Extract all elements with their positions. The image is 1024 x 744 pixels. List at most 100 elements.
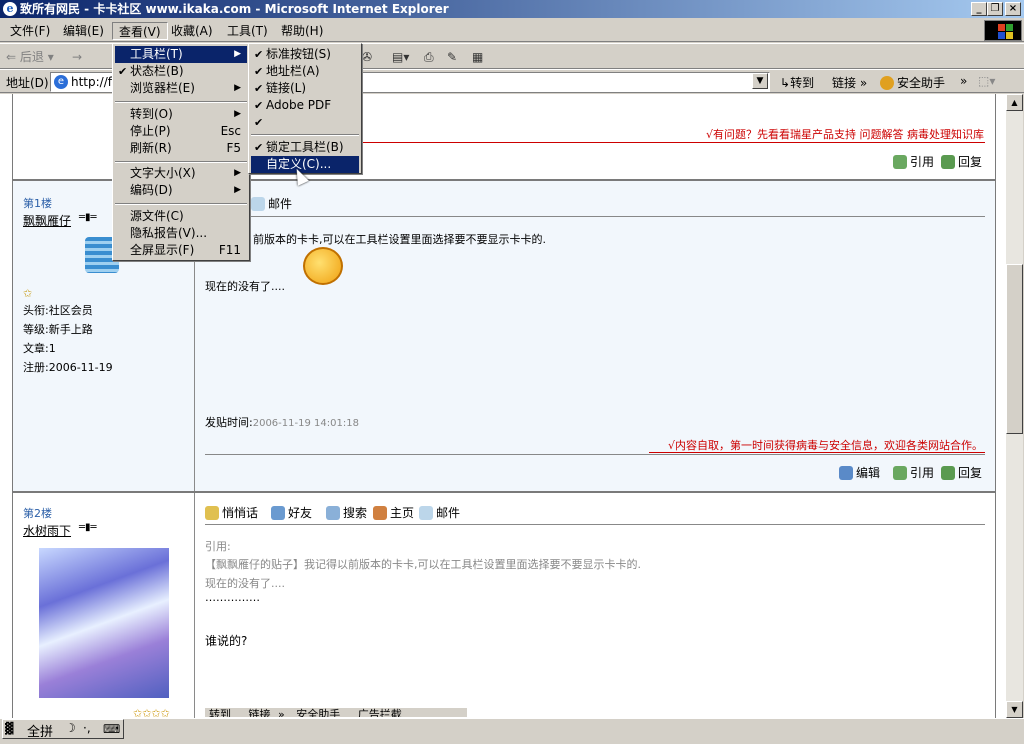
quote-button[interactable]: 引用 (893, 464, 934, 481)
author-name[interactable]: 飘飘雁仔 (23, 212, 71, 229)
view-menu-stop[interactable]: 停止(P) Esc (115, 123, 247, 140)
view-menu-toolbars[interactable]: 工具栏(T) ▶ (115, 46, 247, 63)
edit-button[interactable]: 编辑 (839, 464, 880, 481)
view-menu-goto[interactable]: 转到(O) ▶ (115, 106, 247, 123)
vertical-scrollbar[interactable]: ▲ ▼ (1006, 94, 1023, 718)
floor-label: 第2楼 (23, 507, 52, 520)
toolbar-standard-buttons[interactable]: ✔ 标准按钮(S) (251, 46, 359, 63)
menu-file[interactable]: 文件(F) (4, 22, 56, 40)
reply-label: 回复 (958, 155, 983, 169)
whisper-button[interactable]: 悄悄话 (205, 504, 258, 521)
menu-separator (115, 203, 247, 205)
search-button[interactable]: 搜索 (326, 504, 367, 521)
whisper-label: 悄悄话 (222, 506, 259, 520)
forward-button[interactable]: → (72, 48, 82, 66)
reply-icon (941, 466, 955, 480)
mail-button[interactable]: 邮件 (251, 195, 292, 212)
strip-adblock: 广告拦截 (357, 708, 402, 717)
view-menu-privacy-report[interactable]: 隐私报告(V)... (115, 225, 247, 242)
soft-keyboard-icon[interactable]: ⌨ (103, 722, 120, 736)
whisper-icon (205, 506, 219, 520)
embedded-toolbar-image: 转到 链接 » 安全助手 广告拦截 (205, 707, 467, 717)
post-body-line1: 前版本的卡卡,可以在工具栏设置里面选择要不要显示卡卡的. (253, 233, 546, 246)
scroll-up-button[interactable]: ▲ (1006, 94, 1023, 111)
menu-tools[interactable]: 工具(T) (221, 22, 274, 40)
view-menu-source[interactable]: 源文件(C) (115, 208, 247, 225)
links-label: 链接(L) (266, 81, 307, 95)
fullscreen-label: 全屏显示(F) (130, 243, 195, 257)
punctuation-icon[interactable]: ·, (83, 721, 91, 735)
links-button[interactable]: 链接 » (832, 74, 867, 91)
half-width-moon-icon[interactable]: ☽ (65, 721, 76, 735)
edit-page-icon[interactable]: ▤▾ (392, 48, 409, 66)
menu-help[interactable]: 帮助(H) (275, 22, 329, 40)
view-menu-encoding[interactable]: 编码(D) ▶ (115, 182, 247, 199)
ad-block-icon[interactable]: ⬚▾ (978, 74, 995, 88)
stop-label: 停止(P) (130, 124, 171, 138)
user-level: 等级:新手上路 (23, 323, 93, 336)
submenu-arrow-icon: ▶ (234, 185, 241, 195)
toolbar-links[interactable]: ✔ 链接(L) (251, 80, 359, 97)
address-dropdown-button[interactable]: ▼ (752, 73, 768, 89)
reply-button[interactable]: 回复 (941, 153, 982, 170)
security-helper-button[interactable]: 安全助手 (880, 74, 945, 91)
notes-icon[interactable]: ▦ (472, 48, 483, 66)
history-icon[interactable]: ✇ (362, 48, 372, 66)
post-time-value: 2006-11-19 14:01:18 (252, 418, 359, 429)
toolbar-customize[interactable]: 自定义(C)... (251, 156, 359, 173)
window-titlebar[interactable]: e 致所有网民 - 卡卡社区 www.ikaka.com - Microsoft… (0, 0, 1024, 18)
print-icon[interactable]: ⎙ (424, 48, 434, 66)
discuss-icon[interactable]: ✎ (447, 48, 457, 66)
minimize-button[interactable]: _ (971, 2, 987, 16)
scroll-down-button[interactable]: ▼ (1006, 701, 1023, 718)
view-menu-explorer-bar[interactable]: 浏览器栏(E) ▶ (115, 80, 247, 97)
back-arrow-icon: ⇐ (6, 50, 17, 64)
signature-link[interactable]: √内容自取，第一时间获得病毒与安全信息，欢迎各类网站合作。 (668, 437, 983, 453)
divider (205, 524, 985, 525)
quote-button[interactable]: 引用 (893, 153, 934, 170)
quote-line1: 【飘飘雁仔的贴子】我记得以前版本的卡卡,可以在工具栏设置里面选择要不要显示卡卡的… (205, 558, 641, 571)
quote-dots: …………… (205, 591, 260, 604)
window-title: 致所有网民 - 卡卡社区 www.ikaka.com - Microsoft I… (20, 2, 449, 16)
menu-favorites[interactable]: 收藏(A) (165, 22, 219, 40)
go-button[interactable]: ↳转到 (780, 74, 814, 91)
view-menu-fullscreen[interactable]: 全屏显示(F) F11 (115, 242, 247, 259)
toolbar-adobe-pdf[interactable]: ✔ Adobe PDF (251, 97, 359, 114)
ime-mode[interactable]: 全拼 (27, 721, 53, 740)
mail-label: 邮件 (268, 197, 293, 211)
menu-view[interactable]: 查看(V) (112, 22, 168, 40)
toolbar-unnamed[interactable]: ✔ (251, 114, 359, 131)
view-menu-text-size[interactable]: 文字大小(X) ▶ (115, 165, 247, 182)
back-button[interactable]: ⇐ 后退 ▾ (6, 48, 54, 66)
toolbar-address-bar[interactable]: ✔ 地址栏(A) (251, 63, 359, 80)
ime-logo-icon: ▓ (5, 722, 14, 735)
submenu-arrow-icon: ▶ (234, 83, 241, 93)
quote-line2: 现在的没有了.... (205, 577, 285, 590)
helper-chevron-icon[interactable]: » (960, 74, 967, 88)
homepage-button[interactable]: 主页 (373, 504, 414, 521)
view-menu: 工具栏(T) ▶ ✔ 状态栏(B) 浏览器栏(E) ▶ 转到(O) ▶ 停止(P) Esc… (112, 43, 250, 261)
rank-stars-icon: ✩✩✩✩ (133, 707, 170, 718)
view-menu-statusbar[interactable]: ✔ 状态栏(B) (115, 63, 247, 80)
search-label: 搜索 (343, 506, 368, 520)
encoding-label: 编码(D) (130, 183, 173, 197)
mail-button[interactable]: 邮件 (419, 504, 460, 521)
menu-edit[interactable]: 编辑(E) (57, 22, 110, 40)
strip-go: 转到 (209, 708, 231, 717)
online-status-icon: ═▮═ (79, 212, 97, 223)
author-name[interactable]: 水树雨下 (23, 522, 71, 539)
refresh-label: 刷新(R) (130, 141, 172, 155)
online-status-icon: ═▮═ (79, 522, 97, 533)
add-friend-button[interactable]: 好友 (271, 504, 312, 521)
maximize-button[interactable]: ❐ (987, 2, 1003, 16)
scroll-thumb[interactable] (1006, 264, 1023, 434)
reply-button[interactable]: 回复 (941, 464, 982, 481)
toolbar-lock[interactable]: ✔ 锁定工具栏(B) (251, 139, 359, 156)
close-button[interactable]: × (1005, 2, 1021, 16)
view-menu-refresh[interactable]: 刷新(R) F5 (115, 140, 247, 157)
mail-icon (419, 506, 433, 520)
ime-toolbar[interactable]: ▓ 全拼 ☽ ·, ⌨ (2, 719, 124, 740)
back-label: 后退 (19, 50, 44, 64)
privacy-report-label: 隐私报告(V)... (130, 226, 208, 240)
support-link[interactable]: √有问题？先看看瑞星产品支持 问题解答 病毒处理知识库 (706, 126, 984, 142)
